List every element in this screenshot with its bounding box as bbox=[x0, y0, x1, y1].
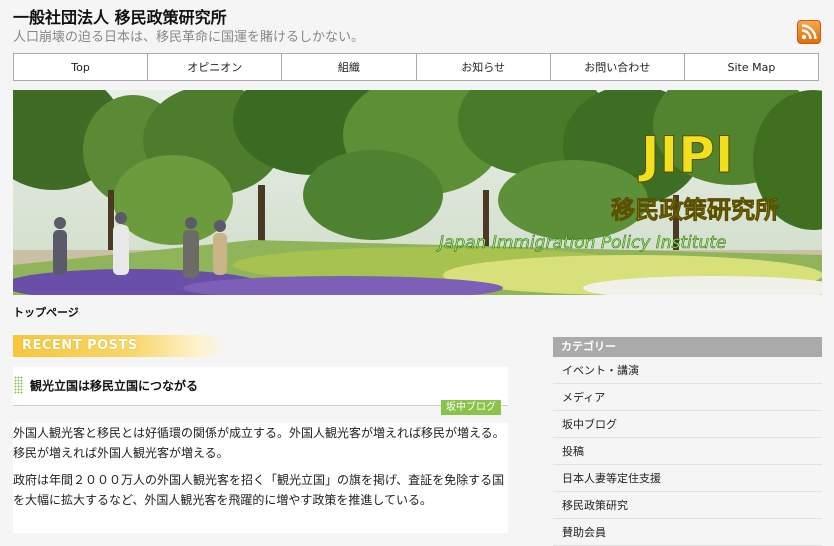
category-item[interactable]: 移民政策研究 bbox=[553, 492, 822, 519]
banner-subtitle: 移民政策研究所 bbox=[611, 196, 779, 224]
category-item[interactable]: 日本人妻等定住支援 bbox=[553, 465, 822, 492]
category-item[interactable]: イベント・講演 bbox=[553, 357, 822, 384]
main-nav: Top オピニオン 組織 お知らせ お問い合わせ Site Map bbox=[13, 53, 819, 81]
banner-title: JIPI bbox=[638, 126, 733, 184]
sidebar-categories-heading: カテゴリー bbox=[553, 337, 822, 357]
nav-top[interactable]: Top bbox=[14, 54, 149, 80]
nav-opinion[interactable]: オピニオン bbox=[148, 54, 283, 80]
nav-organization[interactable]: 組織 bbox=[282, 54, 417, 80]
post-excerpt: 外国人観光客と移民とは好循環の関係が成立する。外国人観光客が増えれば移民が増える… bbox=[13, 423, 508, 533]
category-item[interactable]: 賛助会員 bbox=[553, 519, 822, 546]
nav-site-map[interactable]: Site Map bbox=[685, 54, 818, 80]
site-description: 人口崩壊の迫る日本は、移民革命に国運を賭けるしかない。 bbox=[13, 30, 365, 45]
nav-contact[interactable]: お問い合わせ bbox=[551, 54, 685, 80]
recent-posts-heading: RECENT POSTS bbox=[13, 335, 230, 357]
recent-posts-label: RECENT POSTS bbox=[22, 338, 138, 353]
post-title[interactable]: 観光立国は移民立国につながる bbox=[30, 377, 198, 394]
category-item[interactable]: メディア bbox=[553, 384, 822, 411]
post-category-tag[interactable]: 坂中ブログ bbox=[441, 400, 501, 415]
category-item[interactable]: 坂中ブログ bbox=[553, 411, 822, 438]
category-list: イベント・講演 メディア 坂中ブログ 投稿 日本人妻等定住支援 移民政策研究 賛… bbox=[553, 357, 822, 546]
post-header: 観光立国は移民立国につながる bbox=[13, 367, 508, 406]
banner-english-name: Japan Immigration Policy Institute bbox=[436, 233, 726, 253]
rss-icon[interactable] bbox=[797, 20, 821, 44]
site-title[interactable]: 一般社団法人 移民政策研究所 bbox=[13, 4, 227, 28]
post-paragraph: 外国人観光客と移民とは好循環の関係が成立する。外国人観光客が増えれば移民が増える… bbox=[13, 426, 505, 460]
category-item[interactable]: 投稿 bbox=[553, 438, 822, 465]
nav-news[interactable]: お知らせ bbox=[417, 54, 551, 80]
breadcrumb: トップページ bbox=[13, 306, 79, 319]
header-banner: JIPI 移民政策研究所 Japan Immigration Policy In… bbox=[13, 90, 822, 295]
dots-icon bbox=[14, 376, 23, 394]
post-paragraph: 政府は年間２０００万人の外国人観光客を招く「観光立国」の旗を掲げ、査証を免除する… bbox=[13, 473, 505, 507]
